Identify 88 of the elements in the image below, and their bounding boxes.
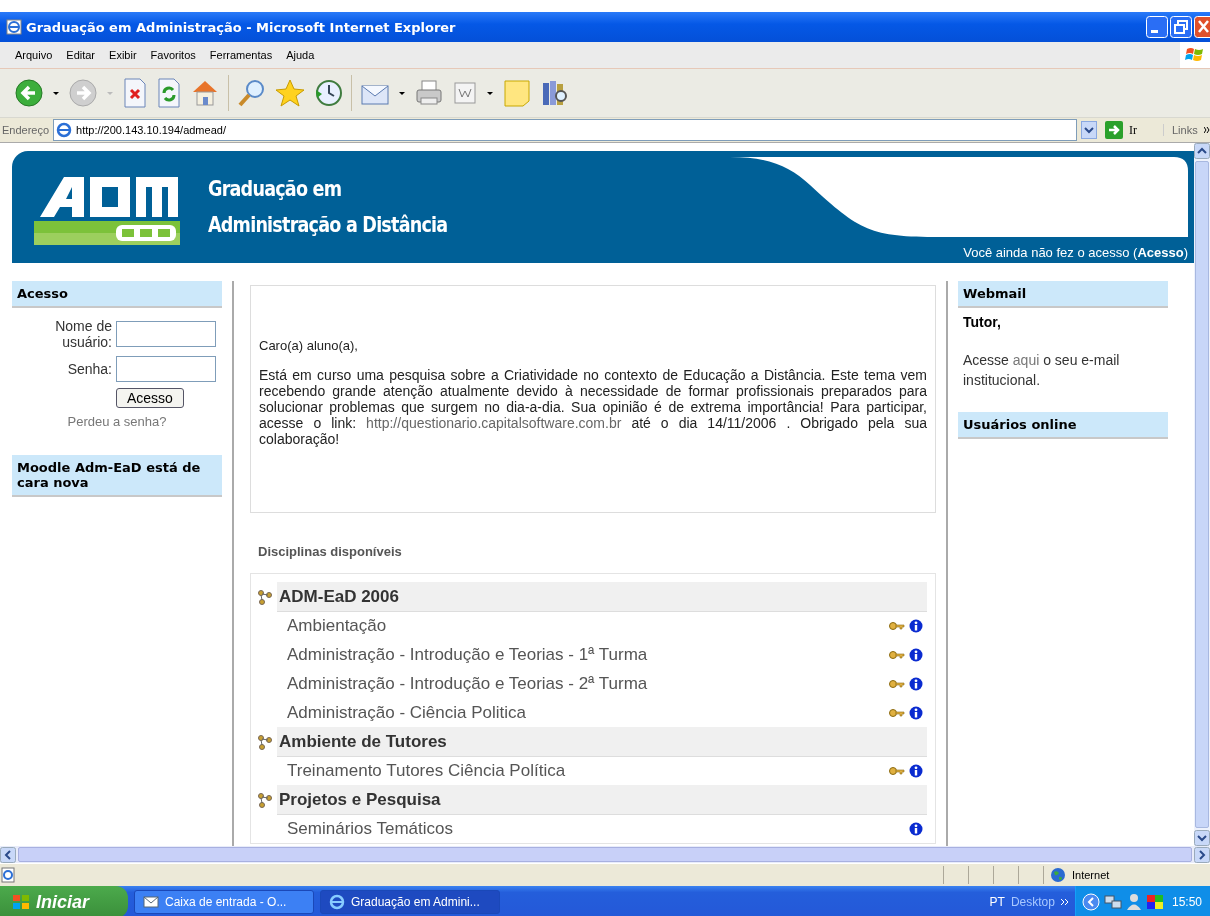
scroll-left-icon[interactable]	[0, 846, 16, 863]
forgot-password-link[interactable]: Perdeu a senha?	[12, 414, 222, 429]
course-link[interactable]: Administração - Introdução e Teorias - 2ª Turma	[287, 673, 889, 694]
stop-icon[interactable]	[122, 78, 148, 108]
arrow-icon	[1105, 121, 1123, 139]
message-text: Está em curso uma pesquisa sobre a Criatividade no contexto de Educação a Distância. Este tema vem recebendo grande atenção atualmente devido à necessidade de formar profissionais preparados para solucionar problemas que surgem no dia-a-dia. Sua opinião é de extrema importância! Para participar, acesse o link: http://questionario.capitalsoftware.com.br até o dia 14/11/2006 . Obrigado pela sua colaboração!	[259, 367, 927, 447]
category-icon	[257, 588, 273, 605]
scroll-down-icon[interactable]	[1194, 830, 1210, 846]
clock: 15:50	[1171, 895, 1202, 909]
category-icon	[257, 791, 273, 808]
scroll-up-icon[interactable]	[1194, 143, 1210, 159]
info-icon[interactable]	[909, 618, 923, 633]
category-title[interactable]: ADM-EaD 2006	[277, 581, 927, 612]
webmail-text: Acesse aqui o seu e-mail institucional.	[963, 351, 1121, 390]
input-field[interactable]	[116, 321, 216, 347]
star-icon[interactable]	[275, 78, 305, 108]
minimize-icon[interactable]	[1146, 16, 1168, 38]
books-icon[interactable]	[540, 78, 570, 108]
flag-icon[interactable]	[1145, 893, 1164, 911]
network-icon[interactable]	[1103, 893, 1122, 911]
course-link[interactable]: Ambientação	[287, 615, 889, 636]
section-heading: Disciplinas disponíveis	[258, 544, 403, 559]
refresh-icon[interactable]	[156, 78, 182, 108]
links-button[interactable]: Links	[1163, 124, 1200, 136]
login-link[interactable]: Acesso	[1137, 245, 1184, 260]
block-header: Webmail	[958, 281, 1168, 308]
address-field[interactable]: http://200.143.10.194/admead/	[53, 119, 1077, 141]
info-icon[interactable]	[909, 705, 923, 720]
menu-item[interactable]: Arquivo	[8, 47, 60, 63]
windows-logo-icon	[12, 893, 30, 911]
ie-icon	[56, 122, 73, 138]
menu-item[interactable]: Ferramentas	[202, 47, 280, 63]
category-icon	[257, 733, 273, 750]
search-icon[interactable]	[237, 78, 267, 108]
vertical-scrollbar[interactable]	[1194, 143, 1210, 846]
envelope-icon	[143, 894, 159, 910]
chevron-icon[interactable]	[1060, 898, 1069, 906]
caret-icon[interactable]	[486, 90, 494, 96]
address-label: Endereço	[1, 124, 50, 136]
category-title[interactable]: Projetos e Pesquisa	[277, 784, 927, 815]
site-title: Administração a Distância	[208, 211, 448, 239]
go-button[interactable]: Ir	[1101, 121, 1159, 139]
window-title: Graduação em Administração - Microsoft Internet Explorer	[26, 19, 457, 35]
back-icon[interactable]	[14, 78, 44, 108]
block-header: Usuários online	[958, 412, 1168, 439]
input-field[interactable]	[116, 356, 216, 382]
scroll-thumb[interactable]	[1195, 161, 1209, 828]
course-link[interactable]: Administração - Ciência Politica	[287, 702, 889, 723]
block-header: Acesso	[12, 281, 222, 308]
caret-icon[interactable]	[398, 90, 406, 96]
course-link[interactable]: Treinamento Tutores Ciência Política	[287, 760, 889, 781]
ie-icon	[6, 19, 22, 35]
webmail-link[interactable]: aqui	[1012, 352, 1040, 368]
site-title: Graduação em	[208, 175, 343, 203]
message-greeting: Caro(a) aluno(a),	[259, 338, 359, 353]
info-icon[interactable]	[909, 647, 923, 662]
info-icon[interactable]	[909, 763, 923, 778]
restore-icon[interactable]	[1170, 16, 1192, 38]
info-icon[interactable]	[909, 676, 923, 691]
scroll-right-icon[interactable]	[1194, 846, 1210, 863]
course-link[interactable]: Administração - Introdução e Teorias - 1ª Turma	[287, 644, 889, 665]
menu-item[interactable]: Ajuda	[279, 47, 322, 63]
survey-link[interactable]: http://questionario.capitalsoftware.com.br	[366, 415, 622, 431]
category-title[interactable]: Ambiente de Tutores	[277, 726, 927, 757]
chevron-icon	[1204, 126, 1210, 134]
menu-item[interactable]: Favoritos	[143, 47, 203, 63]
login-button[interactable]: Acesso	[116, 388, 184, 408]
zone-label: Internet	[1072, 869, 1110, 881]
field-label: Nome de usuário:	[54, 318, 112, 350]
close-icon[interactable]	[1194, 16, 1210, 38]
block-header: Moodle Adm-EaD está de cara nova	[12, 455, 222, 497]
menu-item[interactable]: Editar	[59, 47, 103, 63]
menu-item[interactable]: Exibir	[102, 47, 144, 63]
login-notice: Você ainda não fez o acesso (Acesso)	[963, 245, 1188, 260]
caret-icon[interactable]	[52, 90, 60, 96]
history-icon[interactable]	[313, 78, 343, 108]
field-label: Senha:	[66, 361, 112, 377]
language-indicator[interactable]: PT	[989, 895, 1005, 909]
globe-icon	[1050, 867, 1066, 883]
taskbar-button[interactable]: Caixa de entrada - O...	[134, 890, 314, 914]
ie-icon	[329, 894, 345, 910]
greeting-text: Tutor,	[963, 314, 1002, 330]
dropdown-icon[interactable]	[1081, 121, 1097, 139]
info-icon[interactable]	[909, 821, 923, 836]
printer-icon[interactable]	[414, 78, 444, 108]
taskbar-button[interactable]: Graduação em Admini...	[320, 890, 500, 914]
course-link[interactable]: Seminários Temáticos	[287, 818, 909, 839]
expand-icon[interactable]	[1081, 893, 1100, 911]
